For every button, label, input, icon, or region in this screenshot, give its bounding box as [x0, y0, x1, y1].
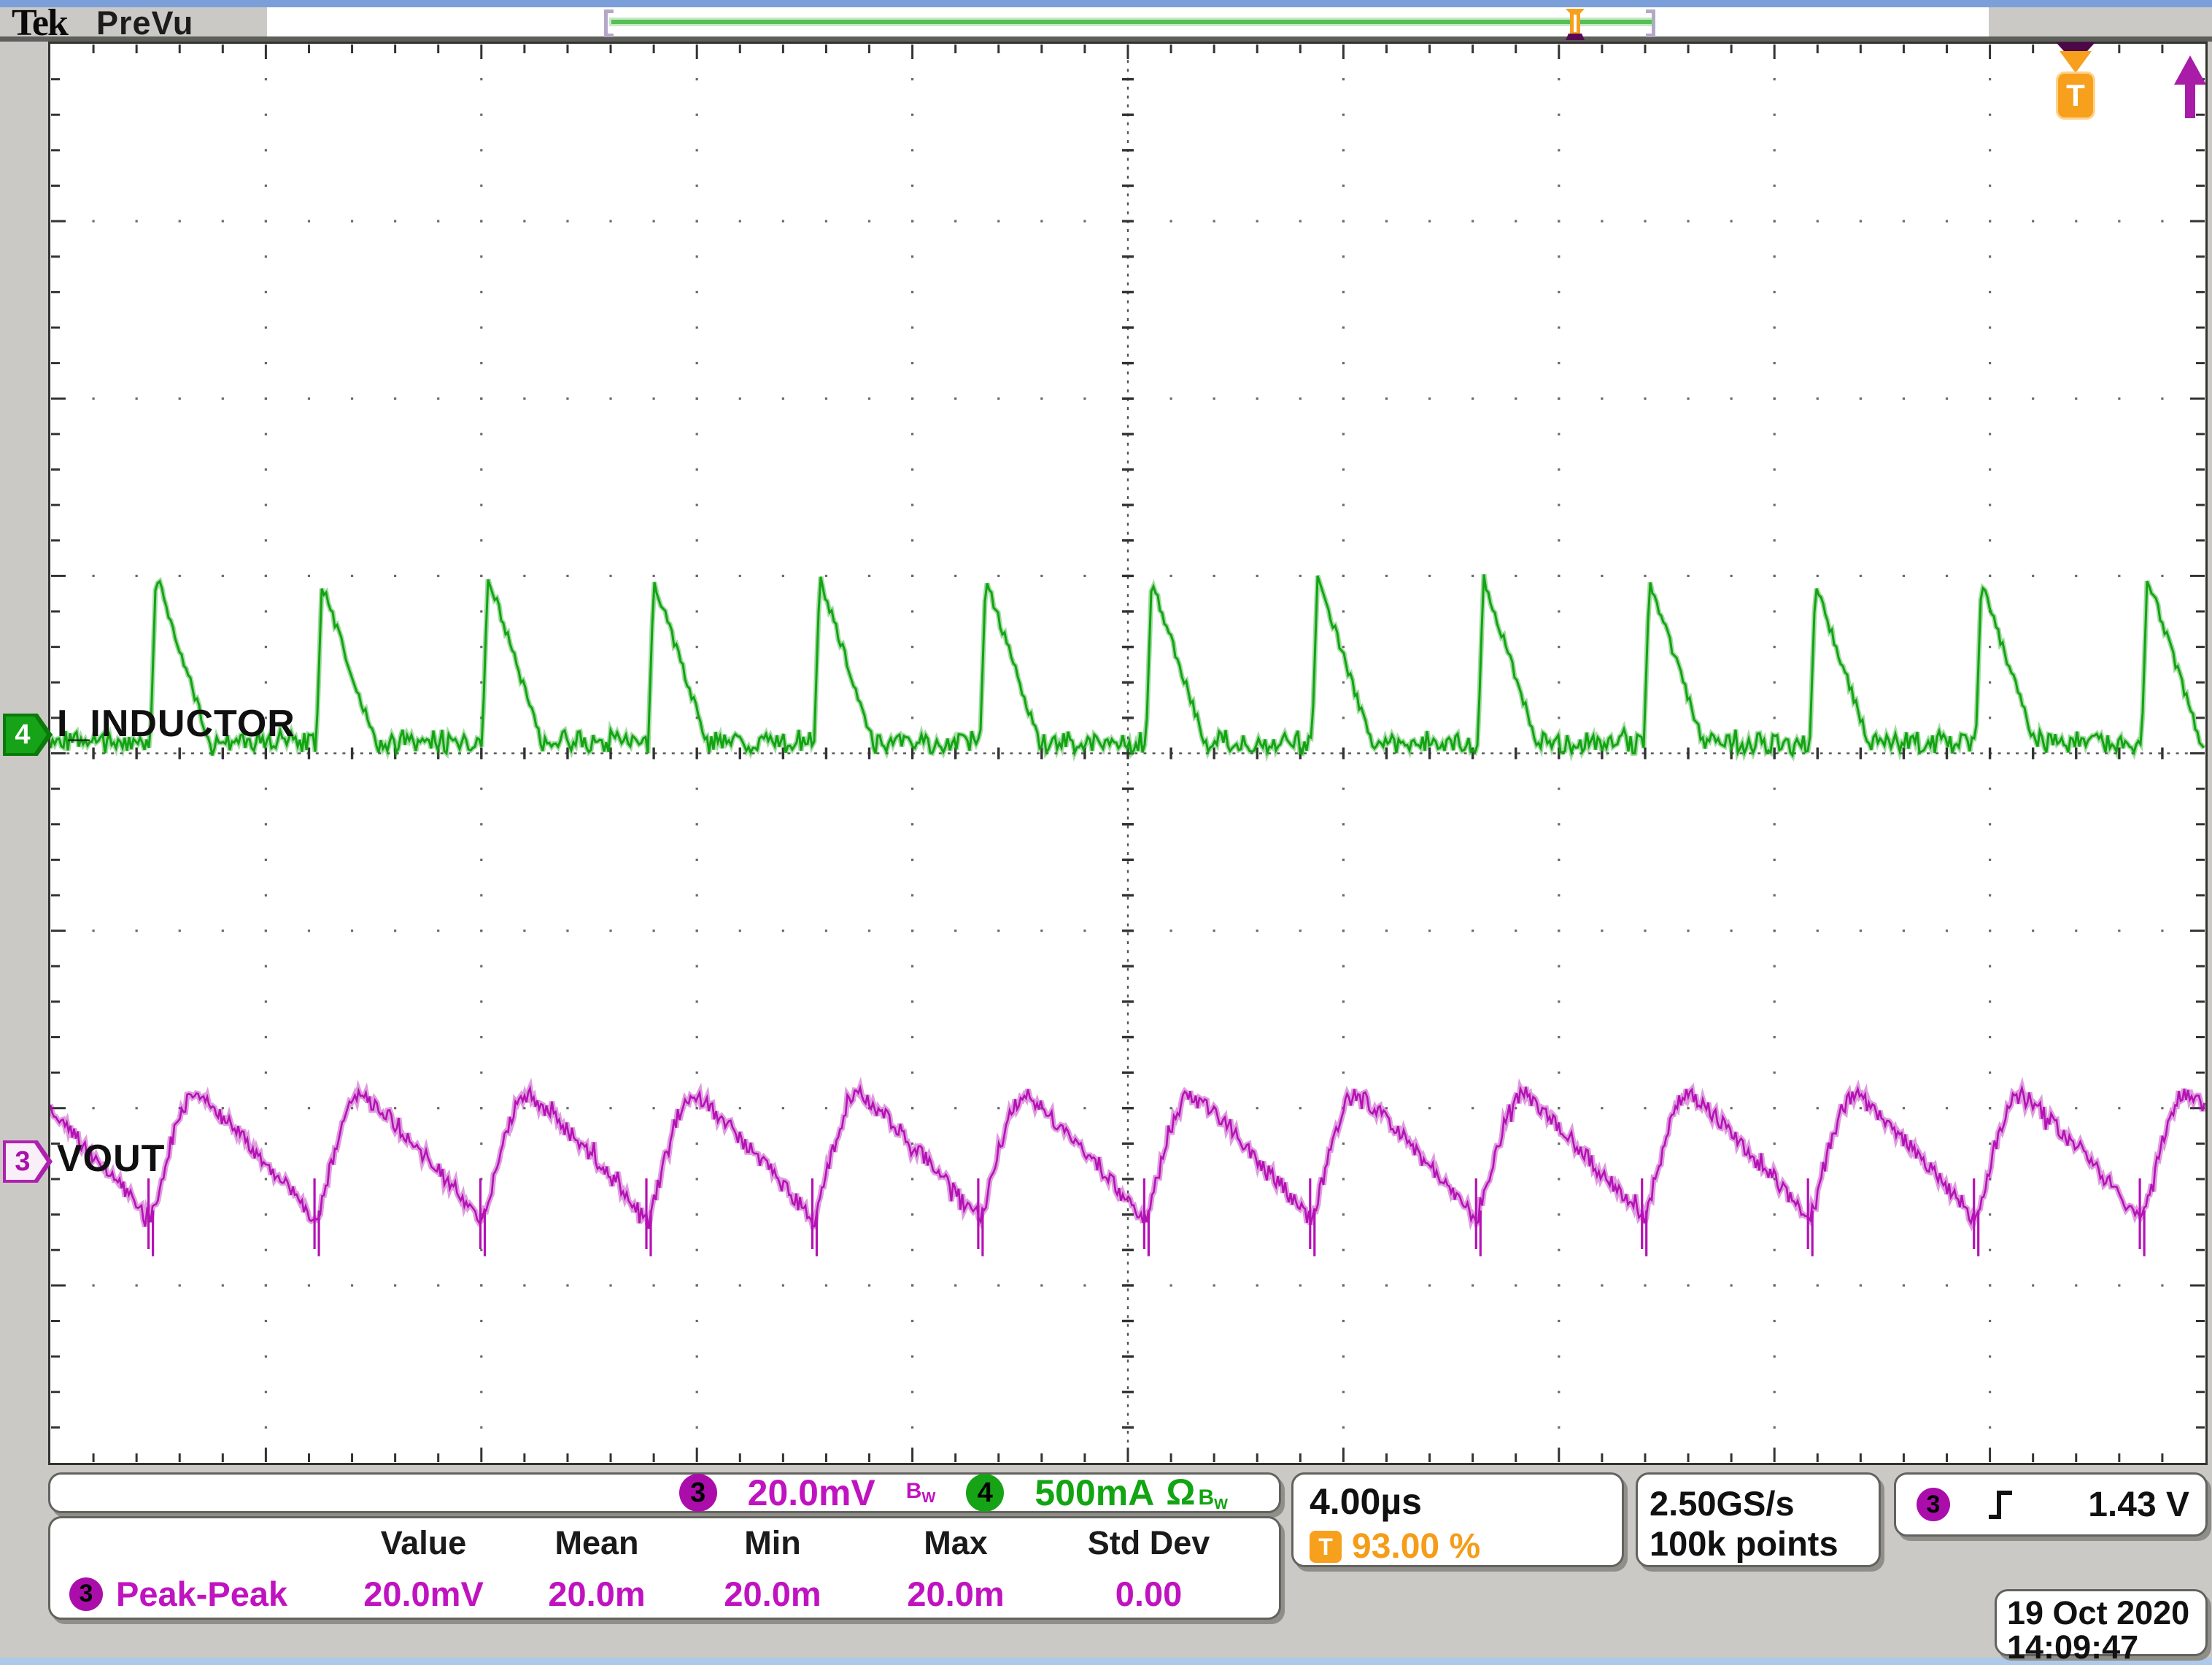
record-length: 100k points	[1650, 1524, 1838, 1564]
measurement-table: Value Mean Min Max Std Dev 3 Peak-Peak 2…	[65, 1520, 1261, 1614]
ch4-ground-marker: 4	[3, 714, 53, 756]
measurement-stddev: 0.00	[1115, 1575, 1183, 1613]
ch3-badge: 3	[678, 1474, 717, 1512]
col-header-min: Min	[744, 1524, 801, 1561]
acquisition-readout: 2.50GS/s 100k points	[1636, 1472, 1881, 1567]
measurement-name: Peak-Peak	[116, 1575, 288, 1613]
measurement-mean: 20.0m	[548, 1575, 646, 1613]
time-text: 14:09:47	[2007, 1629, 2139, 1665]
waveform-plot	[50, 573, 2205, 1256]
ch4-bandwidth-icon: BW	[1198, 1486, 1228, 1513]
rising-edge-icon	[1989, 1491, 2012, 1519]
ch4-badge: 4	[966, 1474, 1005, 1512]
ch3-scale: 20.0mV	[747, 1472, 875, 1513]
trigger-t-badge-icon: T	[2056, 72, 2095, 120]
trigger-position-readout: T 93.00 %	[1310, 1529, 1622, 1564]
record-waveform-line	[611, 20, 1652, 24]
date-text: 19 Oct 2020	[2007, 1594, 2190, 1631]
trigger-t-icon: T	[1310, 1531, 1342, 1563]
ohm-icon: Ω	[1166, 1472, 1196, 1513]
trigger-level: 1.43 V	[2088, 1485, 2189, 1524]
trigger-level-offscreen-arrow-icon	[2174, 55, 2206, 118]
record-trigger-wedge-icon	[1566, 34, 1585, 40]
measurement-name-cell: 3 Peak-Peak	[65, 1562, 338, 1614]
measurement-min: 20.0m	[724, 1575, 821, 1613]
record-right-bracket-icon	[1646, 9, 1655, 37]
record-left-bracket-icon	[604, 9, 614, 37]
window-top-border	[0, 0, 2212, 7]
col-header-stddev: Std Dev	[1087, 1524, 1210, 1561]
timebase-scale: 4.00µs	[1310, 1481, 1422, 1522]
measurement-ch-badge: 3	[69, 1577, 103, 1611]
record-trigger-position-icon	[1566, 9, 1585, 36]
ch4-coupling: Ω BW	[1166, 1474, 1228, 1512]
measurement-value: 20.0mV	[363, 1575, 484, 1613]
ch3-bandwidth-icon: BW	[905, 1479, 936, 1506]
sample-rate: 2.50GS/s	[1650, 1484, 1795, 1523]
trigger-position-value: 93.00 %	[1352, 1527, 1481, 1566]
measurement-panel: Value Mean Min Max Std Dev 3 Peak-Peak 2…	[48, 1516, 1281, 1620]
ch4-scale: 500mA	[1035, 1472, 1155, 1513]
channel-scale-readout: 3 20.0mV BW 4 500mA Ω BW	[48, 1472, 1281, 1513]
oscilloscope-screen: Tek PreVu T 4 3 I_INDUCTOR VOUT 3 20.0mV…	[0, 0, 2212, 1665]
col-header-mean: Mean	[554, 1524, 639, 1561]
col-header-max: Max	[924, 1524, 988, 1561]
col-header-value: Value	[380, 1524, 467, 1561]
window-bottom-border	[0, 1658, 2212, 1665]
ch3-ground-marker: 3	[3, 1140, 53, 1183]
datetime-panel: 19 Oct 2020 14:09:47	[1995, 1589, 2208, 1665]
tek-logo: Tek	[12, 2, 69, 44]
trigger-position-arrow-icon	[2060, 51, 2092, 73]
ch4-label: I_INDUCTOR	[57, 703, 295, 745]
graticule	[48, 42, 2208, 1465]
measurement-corner	[65, 1520, 338, 1562]
measurement-max: 20.0m	[907, 1575, 1005, 1613]
ch3-label: VOUT	[57, 1137, 166, 1180]
acquisition-status: PreVu	[96, 4, 194, 42]
timebase-readout: 4.00µs T 93.00 %	[1291, 1472, 1624, 1567]
trigger-source-badge: 3	[1917, 1488, 1950, 1521]
trigger-readout: 3 1.43 V	[1894, 1472, 2208, 1537]
header-separator	[0, 36, 2212, 42]
